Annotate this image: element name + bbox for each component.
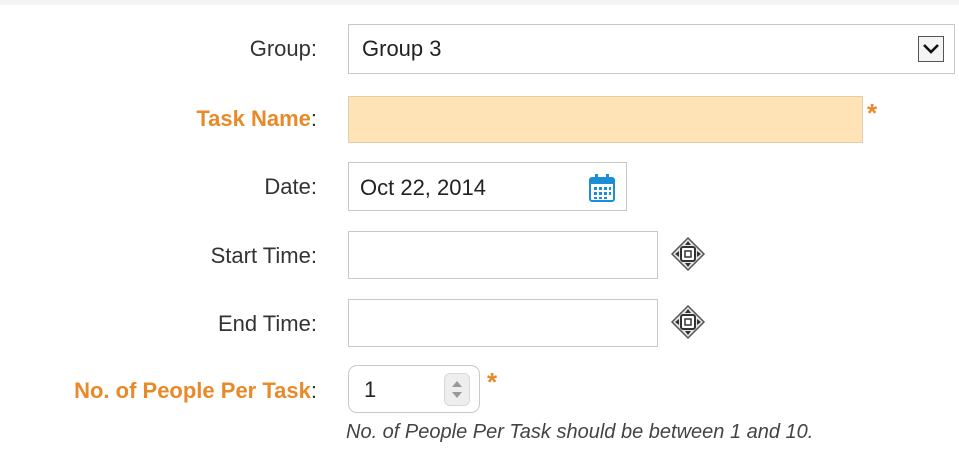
- date-value: Oct 22, 2014: [360, 175, 486, 200]
- group-select-value: Group 3: [362, 36, 442, 61]
- top-divider: [0, 0, 959, 5]
- start-time-label: Start Time:: [210, 243, 317, 268]
- task-name-input[interactable]: [348, 96, 863, 143]
- task-name-label: Task Name:: [196, 106, 317, 131]
- time-picker-icon[interactable]: [670, 304, 706, 345]
- people-per-task-stepper[interactable]: 1: [348, 365, 480, 413]
- required-asterisk: *: [487, 367, 498, 397]
- people-per-task-label: No. of People Per Task:: [74, 378, 317, 403]
- calendar-icon[interactable]: [589, 174, 615, 208]
- chevron-down-icon[interactable]: [918, 36, 944, 62]
- people-per-task-hint: No. of People Per Task should be between…: [346, 421, 814, 443]
- spinner-arrows-icon[interactable]: [444, 373, 470, 406]
- required-asterisk: *: [867, 98, 878, 128]
- date-field[interactable]: Oct 22, 2014: [348, 162, 627, 211]
- group-label: Group:: [249, 36, 317, 61]
- time-picker-icon[interactable]: [670, 236, 706, 277]
- end-time-input[interactable]: [348, 299, 658, 347]
- date-label: Date:: [264, 174, 317, 199]
- start-time-input[interactable]: [348, 231, 658, 279]
- decrement-arrow-icon[interactable]: [452, 392, 462, 398]
- increment-arrow-icon[interactable]: [452, 381, 462, 387]
- end-time-label: End Time:: [217, 311, 317, 336]
- group-select[interactable]: Group 3: [348, 24, 955, 74]
- people-per-task-value: 1: [364, 377, 377, 402]
